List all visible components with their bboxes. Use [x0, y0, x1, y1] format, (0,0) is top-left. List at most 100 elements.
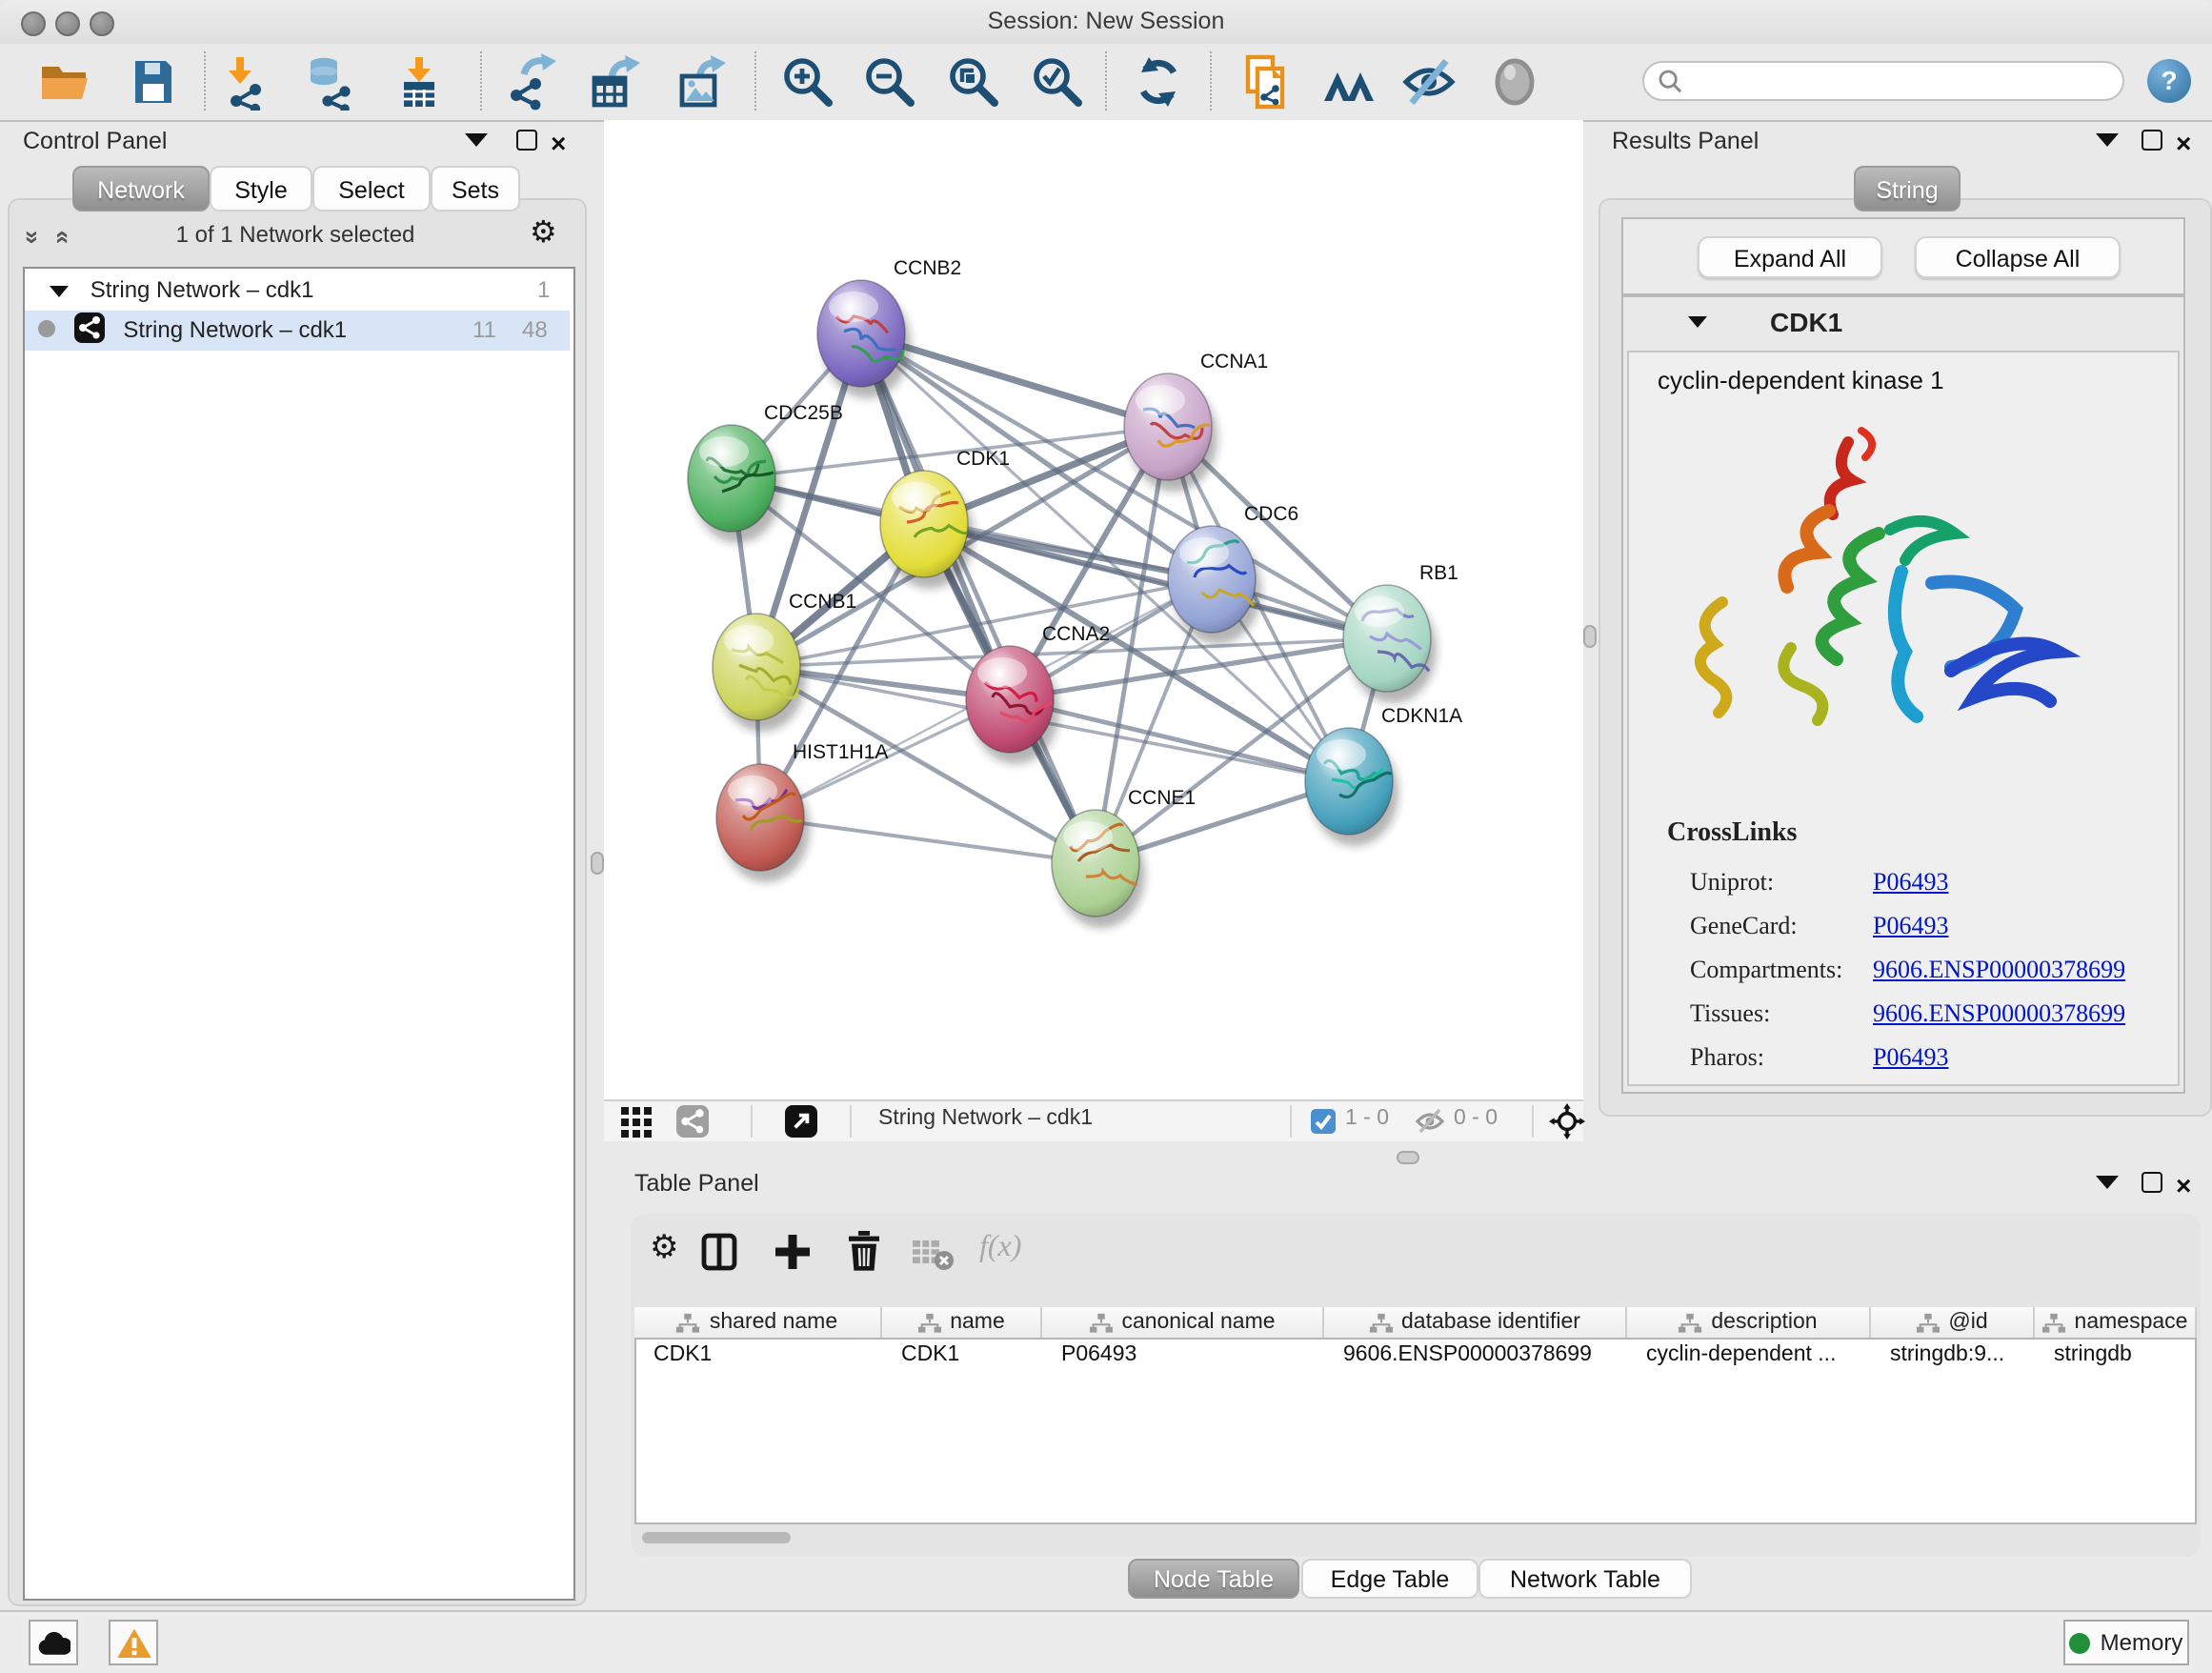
node-label-CCNA1[interactable]: CCNA1: [1200, 351, 1268, 373]
right-splitter-handle[interactable]: [1583, 625, 1597, 648]
table-gear-icon[interactable]: ⚙: [650, 1229, 679, 1267]
hidden-eye-icon[interactable]: [1414, 1107, 1446, 1141]
node-label-RB1[interactable]: RB1: [1419, 562, 1458, 584]
expand-all-networks-icon[interactable]: «: [50, 231, 78, 244]
table-panel-collapse-icon[interactable]: [2096, 1176, 2119, 1189]
save-session-icon[interactable]: [124, 53, 181, 111]
column-header-shared-name[interactable]: shared name: [634, 1307, 882, 1338]
table-delete-column-icon[interactable]: [913, 1239, 955, 1280]
table-cell[interactable]: CDK1: [882, 1340, 1042, 1370]
network-share-view-icon[interactable]: [676, 1105, 709, 1138]
network-list: [23, 267, 575, 1601]
table-columns-icon[interactable]: [701, 1233, 737, 1280]
export-table-icon[interactable]: [587, 53, 644, 111]
table-add-icon[interactable]: [774, 1233, 812, 1280]
table-panel-float-icon[interactable]: [2142, 1172, 2162, 1193]
tab-style[interactable]: Style: [210, 166, 312, 212]
node-label-CCNA2[interactable]: CCNA2: [1042, 623, 1110, 645]
column-header-canonical-name[interactable]: canonical name: [1042, 1307, 1324, 1338]
tab-sets[interactable]: Sets: [431, 166, 520, 212]
node-label-CDK1[interactable]: CDK1: [956, 448, 1010, 470]
network-graph[interactable]: CCNB2 CCNA1 CDC25B CDK1 CDC6 RB1 CCNB1 CCNA2 CDK…: [604, 120, 1583, 1099]
column-header-database-identifier[interactable]: database identifier: [1324, 1307, 1627, 1338]
show-graphics-icon[interactable]: [1486, 53, 1543, 111]
table-cell[interactable]: P06493: [1042, 1340, 1324, 1370]
table-cell[interactable]: cyclin-dependent ...: [1627, 1340, 1871, 1370]
zoom-out-icon[interactable]: [861, 53, 918, 111]
memory-status-dot: [2070, 1632, 2091, 1653]
export-network-icon[interactable]: [505, 53, 562, 111]
node-label-CDKN1A[interactable]: CDKN1A: [1381, 705, 1462, 727]
zoom-selected-icon[interactable]: [1029, 53, 1086, 111]
node-label-CDC25B[interactable]: CDC25B: [764, 402, 843, 424]
network-canvas[interactable]: CCNB2 CCNA1 CDC25B CDK1 CDC6 RB1 CCNB1 CCNA2 CDK…: [604, 120, 1583, 1099]
memory-button[interactable]: Memory: [2063, 1620, 2189, 1665]
crosslink-value[interactable]: P06493: [1873, 910, 1948, 940]
column-header--id[interactable]: @id: [1871, 1307, 2035, 1338]
warning-button[interactable]: [109, 1620, 158, 1665]
results-panel-float-icon[interactable]: [2142, 130, 2162, 151]
tab-string[interactable]: String: [1854, 166, 1961, 212]
refresh-icon[interactable]: [1130, 53, 1187, 111]
control-panel-collapse-icon[interactable]: [465, 133, 488, 147]
node-label-HIST1H1A[interactable]: HIST1H1A: [793, 741, 888, 763]
collapse-all-networks-icon[interactable]: «: [15, 231, 44, 244]
crosslink-row: Compartments:9606.ENSP00000378699: [1690, 947, 2166, 991]
table-delete-icon[interactable]: [848, 1231, 880, 1280]
collection-count: 1: [537, 271, 550, 311]
hide-graphics-icon[interactable]: [1400, 53, 1458, 111]
results-panel-collapse-icon[interactable]: [2096, 133, 2119, 147]
search-input[interactable]: [1690, 68, 2122, 94]
table-panel-close-icon[interactable]: ×: [2176, 1176, 2191, 1195]
tab-select[interactable]: Select: [312, 166, 431, 212]
node-label-CCNB2[interactable]: CCNB2: [894, 257, 961, 279]
column-header-description[interactable]: description: [1627, 1307, 1871, 1338]
crosslink-value[interactable]: 9606.ENSP00000378699: [1873, 998, 2125, 1028]
table-row[interactable]: CDK1CDK1P064939606.ENSP00000378699cyclin…: [634, 1340, 2197, 1370]
help-button[interactable]: ?: [2147, 59, 2191, 103]
zoom-fit-icon[interactable]: [945, 53, 1002, 111]
table-cell[interactable]: CDK1: [634, 1340, 882, 1370]
import-table-icon[interactable]: [391, 53, 448, 111]
detach-view-icon[interactable]: [785, 1105, 817, 1138]
tab-edge-table[interactable]: Edge Table: [1301, 1559, 1478, 1599]
results-panel-close-icon[interactable]: ×: [2176, 133, 2191, 152]
table-fx-icon[interactable]: f(x): [979, 1231, 1021, 1265]
expand-all-button[interactable]: Expand All: [1698, 236, 1882, 278]
bottom-splitter-handle[interactable]: [1397, 1151, 1419, 1164]
tab-network-table[interactable]: Network Table: [1478, 1559, 1692, 1599]
table-hscrollbar[interactable]: [642, 1532, 791, 1543]
left-splitter-handle[interactable]: [591, 852, 604, 875]
import-network-file-icon[interactable]: [221, 53, 278, 111]
selected-checkbox-icon[interactable]: [1311, 1109, 1336, 1134]
zoom-in-icon[interactable]: [779, 53, 836, 111]
tab-node-table[interactable]: Node Table: [1128, 1559, 1299, 1599]
network-options-gear-icon[interactable]: ⚙: [530, 213, 557, 250]
table-cell[interactable]: stringdb:9...: [1871, 1340, 2035, 1370]
node-label-CCNB1[interactable]: CCNB1: [789, 591, 856, 613]
collapse-all-button[interactable]: Collapse All: [1915, 236, 2121, 278]
birds-eye-icon[interactable]: [1320, 53, 1377, 111]
column-header-name[interactable]: name: [882, 1307, 1042, 1338]
import-network-database-icon[interactable]: [305, 53, 362, 111]
node-label-CDC6[interactable]: CDC6: [1244, 503, 1298, 525]
crosslink-value[interactable]: 9606.ENSP00000378699: [1873, 954, 2125, 984]
tab-network[interactable]: Network: [72, 166, 210, 212]
export-image-icon[interactable]: [673, 53, 730, 111]
network-tree-root[interactable]: String Network – cdk1: [25, 271, 572, 311]
cloud-button[interactable]: [29, 1620, 78, 1665]
clone-network-icon[interactable]: [1238, 53, 1296, 111]
tree-disclosure-icon[interactable]: [50, 286, 69, 297]
open-session-icon[interactable]: [36, 53, 93, 111]
control-panel-close-icon[interactable]: ×: [551, 133, 566, 152]
node-label-CCNE1[interactable]: CCNE1: [1128, 787, 1196, 809]
table-cell[interactable]: 9606.ENSP00000378699: [1324, 1340, 1627, 1370]
crosslink-value[interactable]: P06493: [1873, 866, 1948, 897]
gene-section-collapse-icon[interactable]: [1688, 316, 1707, 328]
table-cell[interactable]: stringdb: [2035, 1340, 2197, 1370]
column-header-namespace[interactable]: namespace: [2035, 1307, 2197, 1338]
crosslink-value[interactable]: P06493: [1873, 1041, 1948, 1072]
control-panel-float-icon[interactable]: [516, 130, 537, 151]
pan-crosshair-icon[interactable]: [1549, 1103, 1585, 1145]
grid-view-icon[interactable]: [621, 1107, 652, 1143]
